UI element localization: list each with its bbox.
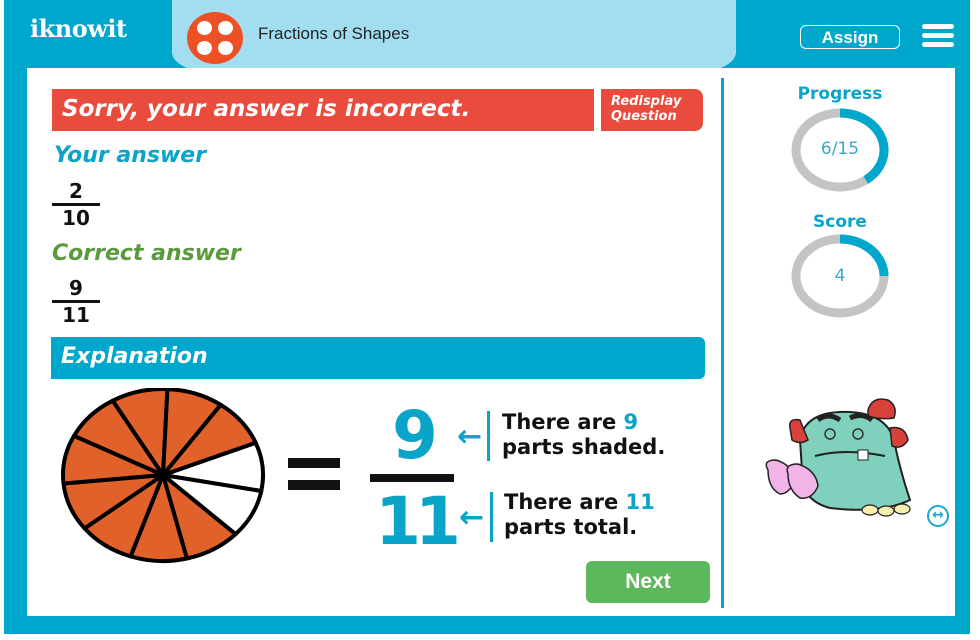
your-answer-label: Your answer xyxy=(54,143,207,168)
circle-center xyxy=(159,471,167,479)
dice-four-dots-icon xyxy=(187,12,243,64)
explanation-header: Explanation xyxy=(51,337,705,379)
your-answer-denominator: 10 xyxy=(62,206,90,230)
incorrect-banner: Sorry, your answer is incorrect. xyxy=(52,89,594,131)
hamburger-menu-icon[interactable] xyxy=(922,24,954,48)
fraction-circle-diagram xyxy=(61,388,265,563)
equals-sign xyxy=(288,458,340,502)
menu-line xyxy=(922,24,954,29)
score-label: Score xyxy=(813,212,867,232)
header: iknowit Fractions of Shapes Assign xyxy=(0,0,980,72)
your-answer-fraction: 2 10 xyxy=(52,180,100,229)
dot xyxy=(218,21,233,35)
arrow-left-icon: ← xyxy=(457,419,483,454)
score-value: 4 xyxy=(834,266,846,286)
note-total-suffix: parts total. xyxy=(504,515,638,539)
progress-value: 6/15 xyxy=(820,139,860,159)
explanation-fraction-bar xyxy=(370,474,454,482)
sidebar-divider xyxy=(721,78,724,608)
bracket-line xyxy=(490,492,493,542)
progress-label: Progress xyxy=(797,84,883,104)
redisplay-line1: Redisplay xyxy=(611,94,682,109)
resize-arrows-icon[interactable]: ↔ xyxy=(927,505,949,527)
correct-answer-fraction: 9 11 xyxy=(52,277,100,326)
dot xyxy=(197,21,212,35)
equals-line xyxy=(288,458,340,468)
note-shaded-value: 9 xyxy=(623,410,639,434)
note-total-prefix: There are xyxy=(504,490,626,514)
note-total-value: 11 xyxy=(625,490,655,514)
equals-line xyxy=(288,480,340,490)
correct-answer-numerator: 9 xyxy=(69,276,83,300)
arrow-left-icon: ← xyxy=(459,500,485,535)
your-answer-numerator: 2 xyxy=(69,179,83,203)
assign-button[interactable]: Assign xyxy=(800,25,900,49)
note-shaded-suffix: parts shaded. xyxy=(502,435,666,459)
topic-title: Fractions of Shapes xyxy=(258,24,410,43)
note-shaded: There are 9 parts shaded. xyxy=(502,410,665,460)
redisplay-question-button[interactable]: Redisplay Question xyxy=(601,89,703,131)
logo-text: iknowit xyxy=(30,14,127,43)
monster-mascot xyxy=(765,398,912,517)
bracket-line xyxy=(487,411,490,461)
app-root: iknowit Fractions of Shapes Assign Sorry… xyxy=(0,0,980,640)
dot xyxy=(218,41,233,55)
note-shaded-prefix: There are xyxy=(502,410,624,434)
iknowit-logo[interactable]: iknowit xyxy=(30,14,127,43)
redisplay-line2: Question xyxy=(611,109,677,124)
explanation-denominator: 11 xyxy=(375,483,461,560)
explanation-numerator: 9 xyxy=(392,397,438,474)
note-total: There are 11 parts total. xyxy=(504,490,655,540)
correct-answer-denominator: 11 xyxy=(62,303,90,327)
menu-line xyxy=(922,42,954,47)
dot xyxy=(197,41,212,55)
topic-pill xyxy=(172,0,736,72)
menu-line xyxy=(922,33,954,38)
correct-answer-label: Correct answer xyxy=(52,241,241,266)
next-button[interactable]: Next xyxy=(586,561,710,603)
